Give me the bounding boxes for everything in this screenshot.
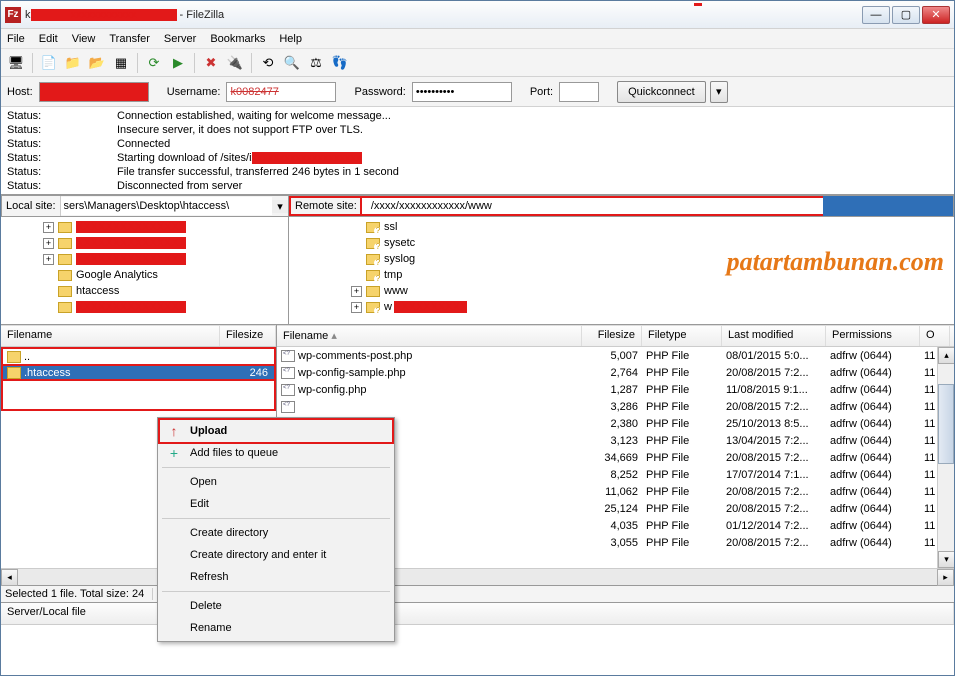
local-site-input[interactable] bbox=[61, 197, 272, 215]
reconnect-icon[interactable]: ⟲ bbox=[257, 52, 279, 74]
titlebar: Fz kxxxxxxxxxxxx - FileZilla — ▢ ✕ bbox=[1, 1, 954, 29]
status-line: Selected 1 file. Total size: 24 size: 23… bbox=[1, 585, 954, 603]
ctx-refresh[interactable]: Refresh bbox=[160, 566, 392, 588]
minimize-button[interactable]: — bbox=[862, 6, 890, 24]
tree-node[interactable]: +www bbox=[291, 283, 952, 299]
local-tree[interactable]: +XXXXXXXXXXXXXXX+XXXXXXXXXXXXXXX+XXXXXXX… bbox=[1, 217, 289, 324]
password-input[interactable] bbox=[412, 82, 512, 102]
tree-node[interactable]: +XXXXXXXXXXXXXXX bbox=[3, 219, 286, 235]
list-item[interactable]: .htaccess246 bbox=[1, 364, 276, 381]
menu-help[interactable]: Help bbox=[279, 33, 302, 45]
context-menu: ↑Upload +Add files to queue Open Edit Cr… bbox=[157, 417, 395, 642]
upload-icon: ↑ bbox=[166, 423, 182, 439]
quickconnect-button[interactable]: Quickconnect bbox=[617, 81, 706, 103]
ctx-rename[interactable]: Rename bbox=[160, 617, 392, 639]
ctx-mkdir[interactable]: Create directory bbox=[160, 522, 392, 544]
tree-node[interactable]: sysetc bbox=[291, 235, 952, 251]
scroll-down-icon[interactable]: ▾ bbox=[938, 551, 954, 568]
remote-col-filetype[interactable]: Filetype bbox=[642, 326, 722, 346]
menu-file[interactable]: File bbox=[7, 33, 25, 45]
quickconnect-dropdown[interactable]: ▾ bbox=[710, 81, 728, 103]
table-row[interactable]: wp-config-sample.php2,764PHP File20/08/2… bbox=[277, 364, 954, 381]
port-label: Port: bbox=[530, 86, 553, 98]
menu-transfer[interactable]: Transfer bbox=[109, 33, 150, 45]
tree-node[interactable]: +wXXXXXXXXXX bbox=[291, 299, 952, 315]
refresh-icon[interactable]: ⟳ bbox=[143, 52, 165, 74]
compare-icon[interactable]: ⚖ bbox=[305, 52, 327, 74]
remote-col-filesize[interactable]: Filesize bbox=[582, 326, 642, 346]
artifact-red-dot bbox=[694, 3, 702, 6]
remote-col-modified[interactable]: Last modified bbox=[722, 326, 826, 346]
tree-node[interactable]: XXXXXXXXXXXXXXX bbox=[3, 299, 286, 315]
local-col-filesize[interactable]: Filesize bbox=[220, 326, 276, 346]
menu-server[interactable]: Server bbox=[164, 33, 196, 45]
menubar: File Edit View Transfer Server Bookmarks… bbox=[1, 29, 954, 49]
transfer-queue-header: Server/Local file Direction Remote file bbox=[1, 603, 954, 625]
tree-node[interactable]: syslog bbox=[291, 251, 952, 267]
list-item[interactable]: .. bbox=[1, 347, 276, 364]
tree-node[interactable]: htaccess bbox=[3, 283, 286, 299]
remote-site-label: Remote site: bbox=[289, 196, 361, 216]
remote-scrollbar-v[interactable]: ▴ ▾ bbox=[937, 347, 954, 568]
table-row[interactable]: wp-config.php1,287PHP File11/08/2015 9:1… bbox=[277, 381, 954, 398]
maximize-button[interactable]: ▢ bbox=[892, 6, 920, 24]
ctx-delete[interactable]: Delete bbox=[160, 595, 392, 617]
queue-add-icon: + bbox=[166, 445, 182, 461]
toggle-tree-icon[interactable]: 📁 bbox=[62, 52, 84, 74]
toolbar: 🖥 📄 📁 📂 ▦ ⟳ ▶ ✖ 🔌 ⟲ 🔍 ⚖ 👣 bbox=[1, 49, 954, 77]
tree-node[interactable]: Google Analytics bbox=[3, 267, 286, 283]
local-col-filename[interactable]: Filename bbox=[1, 326, 220, 346]
username-label: Username: bbox=[167, 86, 221, 98]
ctx-edit[interactable]: Edit bbox=[160, 493, 392, 515]
scroll-right-icon[interactable]: ▸ bbox=[937, 569, 954, 586]
scroll-thumb[interactable] bbox=[938, 384, 954, 464]
disconnect-icon[interactable]: 🔌 bbox=[224, 52, 246, 74]
filter-icon[interactable]: 🔍 bbox=[281, 52, 303, 74]
table-row[interactable]: 3,286PHP File20/08/2015 7:2...adfrw (064… bbox=[277, 398, 954, 415]
message-log[interactable]: Status:Connection established, waiting f… bbox=[1, 107, 954, 195]
app-icon: Fz bbox=[5, 7, 21, 23]
menu-view[interactable]: View bbox=[72, 33, 96, 45]
toggle-log-icon[interactable]: 📄 bbox=[38, 52, 60, 74]
cancel-icon[interactable]: ✖ bbox=[200, 52, 222, 74]
site-path-bar: Local site: ▾ Remote site: ▾ bbox=[1, 195, 954, 217]
toggle-remote-tree-icon[interactable]: 📂 bbox=[86, 52, 108, 74]
tree-node[interactable]: +XXXXXXXXXXXXXXX bbox=[3, 251, 286, 267]
remote-col-permissions[interactable]: Permissions bbox=[826, 326, 920, 346]
local-site-label: Local site: bbox=[2, 196, 61, 216]
ctx-upload[interactable]: ↑Upload bbox=[158, 418, 394, 444]
host-input[interactable] bbox=[39, 82, 149, 102]
local-status-text: Selected 1 file. Total size: 24 bbox=[5, 588, 153, 600]
tree-node[interactable]: tmp bbox=[291, 267, 952, 283]
selection-highlight bbox=[823, 196, 953, 216]
tree-node[interactable]: +XXXXXXXXXXXXXXX bbox=[3, 235, 286, 251]
password-label: Password: bbox=[354, 86, 405, 98]
remote-tree[interactable]: patartambunan.com sslsysetcsyslogtmp+www… bbox=[289, 217, 954, 324]
table-row[interactable]: wp-comments-post.php5,007PHP File08/01/2… bbox=[277, 347, 954, 364]
port-input[interactable] bbox=[559, 82, 599, 102]
window-title: kxxxxxxxxxxxx - FileZilla bbox=[25, 9, 862, 21]
toggle-queue-icon[interactable]: ▦ bbox=[110, 52, 132, 74]
host-label: Host: bbox=[7, 86, 33, 98]
username-input[interactable] bbox=[226, 82, 336, 102]
sync-browse-icon[interactable]: 👣 bbox=[329, 52, 351, 74]
process-queue-icon[interactable]: ▶ bbox=[167, 52, 189, 74]
menu-edit[interactable]: Edit bbox=[39, 33, 58, 45]
menu-bookmarks[interactable]: Bookmarks bbox=[210, 33, 265, 45]
remote-col-owner[interactable]: O bbox=[920, 326, 950, 346]
close-button[interactable]: ✕ bbox=[922, 6, 950, 24]
scroll-up-icon[interactable]: ▴ bbox=[938, 347, 954, 364]
local-site-dropdown[interactable]: ▾ bbox=[272, 200, 288, 213]
quickconnect-bar: Host: Username: Password: Port: Quickcon… bbox=[1, 77, 954, 107]
tree-node[interactable]: ssl bbox=[291, 219, 952, 235]
remote-col-filename[interactable]: Filename ▴ bbox=[277, 326, 582, 346]
sitemanager-icon[interactable]: 🖥 bbox=[5, 52, 27, 74]
scroll-left-icon[interactable]: ◂ bbox=[1, 569, 18, 586]
ctx-add-queue[interactable]: +Add files to queue bbox=[160, 442, 392, 464]
ctx-mkdir-enter[interactable]: Create directory and enter it bbox=[160, 544, 392, 566]
ctx-open[interactable]: Open bbox=[160, 471, 392, 493]
